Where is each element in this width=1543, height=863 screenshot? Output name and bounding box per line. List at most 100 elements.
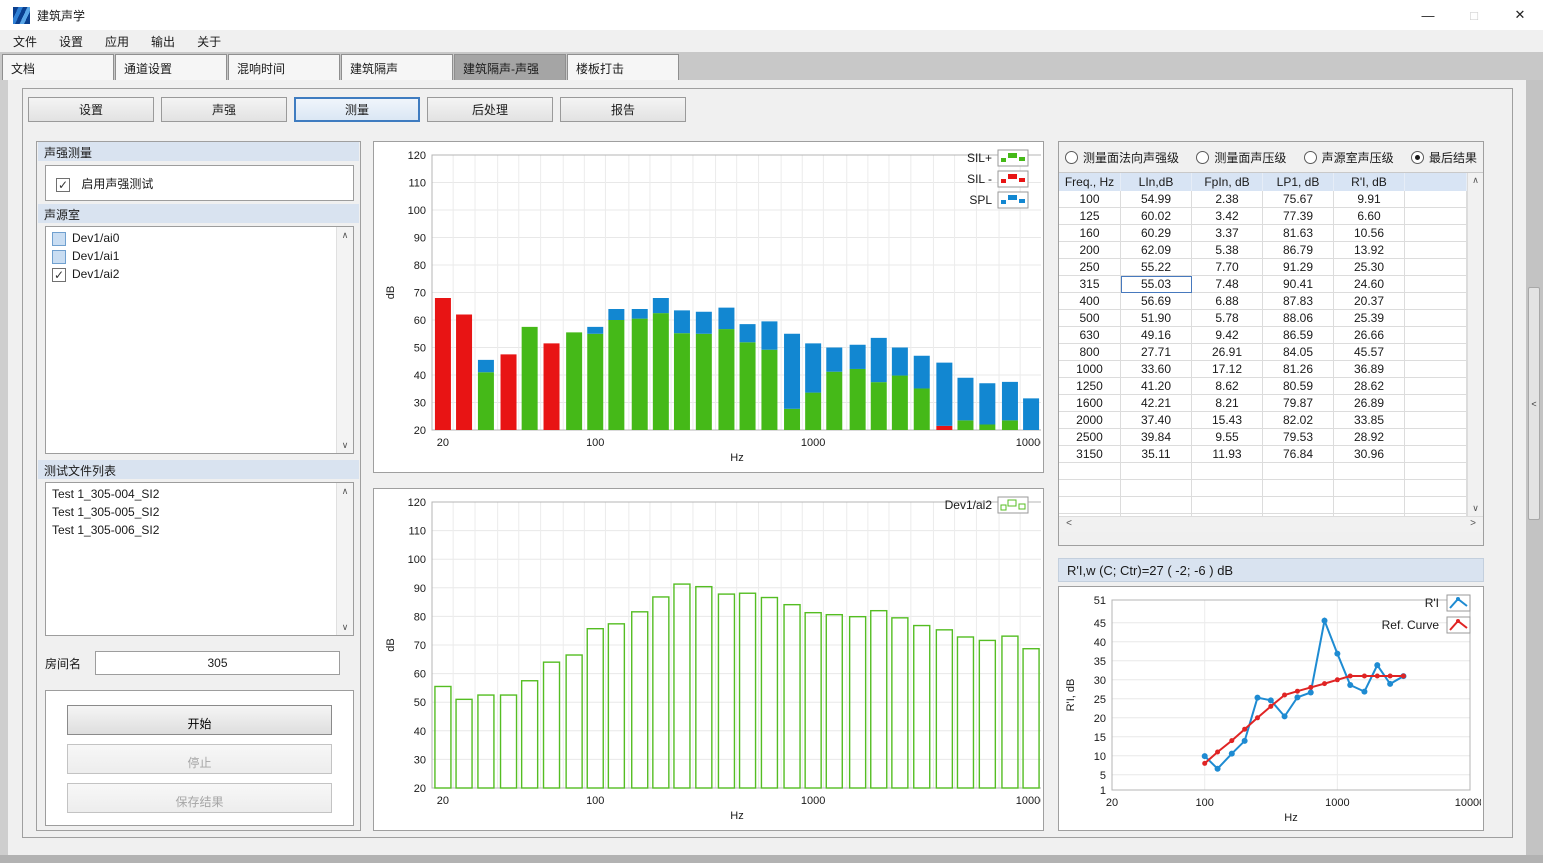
table-cell[interactable]: 1000 (1059, 361, 1121, 378)
table-cell[interactable] (1405, 208, 1467, 225)
menu-item-2[interactable]: 设置 (48, 31, 94, 52)
channel-checkbox[interactable] (52, 250, 66, 264)
table-cell[interactable]: 1250 (1059, 378, 1121, 395)
table-cell[interactable]: 315 (1059, 276, 1121, 293)
table-cell[interactable]: 36.89 (1334, 361, 1405, 378)
table-cell[interactable]: 500 (1059, 310, 1121, 327)
table-cell[interactable]: 80.59 (1263, 378, 1334, 395)
main-tab-3[interactable]: 混响时间 (228, 54, 340, 80)
table-cell[interactable]: 39.84 (1121, 429, 1192, 446)
maximize-icon[interactable]: □ (1451, 0, 1497, 30)
table-cell[interactable] (1405, 446, 1467, 463)
table-cell[interactable]: 30.96 (1334, 446, 1405, 463)
table-cell[interactable]: 630 (1059, 327, 1121, 344)
menu-item-4[interactable]: 输出 (140, 31, 186, 52)
table-cell[interactable]: 91.29 (1263, 259, 1334, 276)
menu-item-5[interactable]: 关于 (186, 31, 232, 52)
channel-checkbox[interactable] (52, 232, 66, 246)
table-cell[interactable]: 8.21 (1192, 395, 1263, 412)
table-cell[interactable]: 3.37 (1192, 225, 1263, 242)
table-cell[interactable]: 28.62 (1334, 378, 1405, 395)
stop-button[interactable]: 停止 (67, 744, 332, 774)
channel-row-2[interactable]: Dev1/ai1 (46, 248, 353, 266)
scroll-up-icon[interactable]: ∧ (337, 227, 353, 243)
menu-item-1[interactable]: 文件 (2, 31, 48, 52)
table-cell[interactable]: 6.88 (1192, 293, 1263, 310)
table-cell[interactable]: 87.83 (1263, 293, 1334, 310)
table-cell[interactable]: 20.37 (1334, 293, 1405, 310)
table-cell[interactable]: 56.69 (1121, 293, 1192, 310)
channel-checkbox[interactable]: ✓ (52, 268, 66, 282)
table-cell[interactable] (1405, 259, 1467, 276)
sub-tab-3[interactable]: 测量 (294, 97, 420, 122)
scroll-left-icon[interactable]: < (1061, 518, 1077, 529)
table-cell[interactable]: 86.59 (1263, 327, 1334, 344)
channel-row-3[interactable]: ✓Dev1/ai2 (46, 266, 353, 284)
table-cell[interactable]: 26.66 (1334, 327, 1405, 344)
table-cell[interactable]: 6.60 (1334, 208, 1405, 225)
table-cell[interactable]: 100 (1059, 191, 1121, 208)
main-tab-4[interactable]: 建筑隔声 (341, 54, 453, 80)
table-cell[interactable]: 800 (1059, 344, 1121, 361)
test-file-item-3[interactable]: Test 1_305-006_SI2 (46, 522, 353, 540)
table-cell[interactable]: 2000 (1059, 412, 1121, 429)
radio-icon[interactable] (1196, 151, 1209, 164)
table-cell[interactable]: 51.90 (1121, 310, 1192, 327)
table-cell[interactable] (1405, 327, 1467, 344)
table-cell[interactable]: 125 (1059, 208, 1121, 225)
table-cell[interactable]: 250 (1059, 259, 1121, 276)
table-cell[interactable]: 25.39 (1334, 310, 1405, 327)
table-cell[interactable]: 54.99 (1121, 191, 1192, 208)
sub-tab-2[interactable]: 声强 (161, 97, 287, 122)
table-cell[interactable]: 8.62 (1192, 378, 1263, 395)
table-cell[interactable] (1405, 242, 1467, 259)
main-tab-1[interactable]: 文档 (2, 54, 114, 80)
table-cell[interactable]: 75.67 (1263, 191, 1334, 208)
table-cell[interactable]: 41.20 (1121, 378, 1192, 395)
table-cell[interactable] (1405, 412, 1467, 429)
table-cell[interactable]: 37.40 (1121, 412, 1192, 429)
table-cell[interactable]: 11.93 (1192, 446, 1263, 463)
table-cell[interactable]: 84.05 (1263, 344, 1334, 361)
main-tab-2[interactable]: 通道设置 (115, 54, 227, 80)
table-cell[interactable]: 28.92 (1334, 429, 1405, 446)
table-cell[interactable]: 5.78 (1192, 310, 1263, 327)
radio-option-2[interactable]: 测量面声压级 (1196, 149, 1286, 166)
scroll-up-icon[interactable]: ∧ (1468, 173, 1483, 188)
table-cell[interactable]: 9.55 (1192, 429, 1263, 446)
radio-option-1[interactable]: 测量面法向声强级 (1065, 149, 1179, 166)
radio-icon[interactable] (1304, 151, 1317, 164)
table-cell[interactable]: 3150 (1059, 446, 1121, 463)
table-cell[interactable]: 60.29 (1121, 225, 1192, 242)
table-cell[interactable]: 86.79 (1263, 242, 1334, 259)
table-cell[interactable]: 81.26 (1263, 361, 1334, 378)
channel-row-1[interactable]: Dev1/ai0 (46, 230, 353, 248)
table-cell[interactable]: 2500 (1059, 429, 1121, 446)
table-cell[interactable] (1405, 293, 1467, 310)
table-cell[interactable]: 60.02 (1121, 208, 1192, 225)
table-cell[interactable]: 42.21 (1121, 395, 1192, 412)
table-cell[interactable]: 25.30 (1334, 259, 1405, 276)
collapse-panel-button[interactable]: < (1528, 287, 1540, 520)
table-cell[interactable]: 400 (1059, 293, 1121, 310)
table-cell[interactable]: 160 (1059, 225, 1121, 242)
radio-icon[interactable] (1065, 151, 1078, 164)
table-cell[interactable]: 26.89 (1334, 395, 1405, 412)
start-button[interactable]: 开始 (67, 705, 332, 735)
table-cell[interactable]: 7.70 (1192, 259, 1263, 276)
table-cell[interactable]: 5.38 (1192, 242, 1263, 259)
table-cell[interactable]: 26.91 (1192, 344, 1263, 361)
table-cell[interactable]: 82.02 (1263, 412, 1334, 429)
table-cell[interactable]: 49.16 (1121, 327, 1192, 344)
scroll-down-icon[interactable]: ∨ (1468, 501, 1483, 516)
table-cell[interactable] (1405, 276, 1467, 293)
table-cell[interactable] (1405, 310, 1467, 327)
table-cell[interactable]: 35.11 (1121, 446, 1192, 463)
menu-item-3[interactable]: 应用 (94, 31, 140, 52)
file-list-scrollbar[interactable]: ∧ ∨ (336, 483, 353, 635)
table-cell[interactable]: 33.85 (1334, 412, 1405, 429)
table-cell[interactable]: 81.63 (1263, 225, 1334, 242)
scroll-down-icon[interactable]: ∨ (337, 619, 353, 635)
table-cell[interactable]: 90.41 (1263, 276, 1334, 293)
table-cell[interactable]: 79.87 (1263, 395, 1334, 412)
